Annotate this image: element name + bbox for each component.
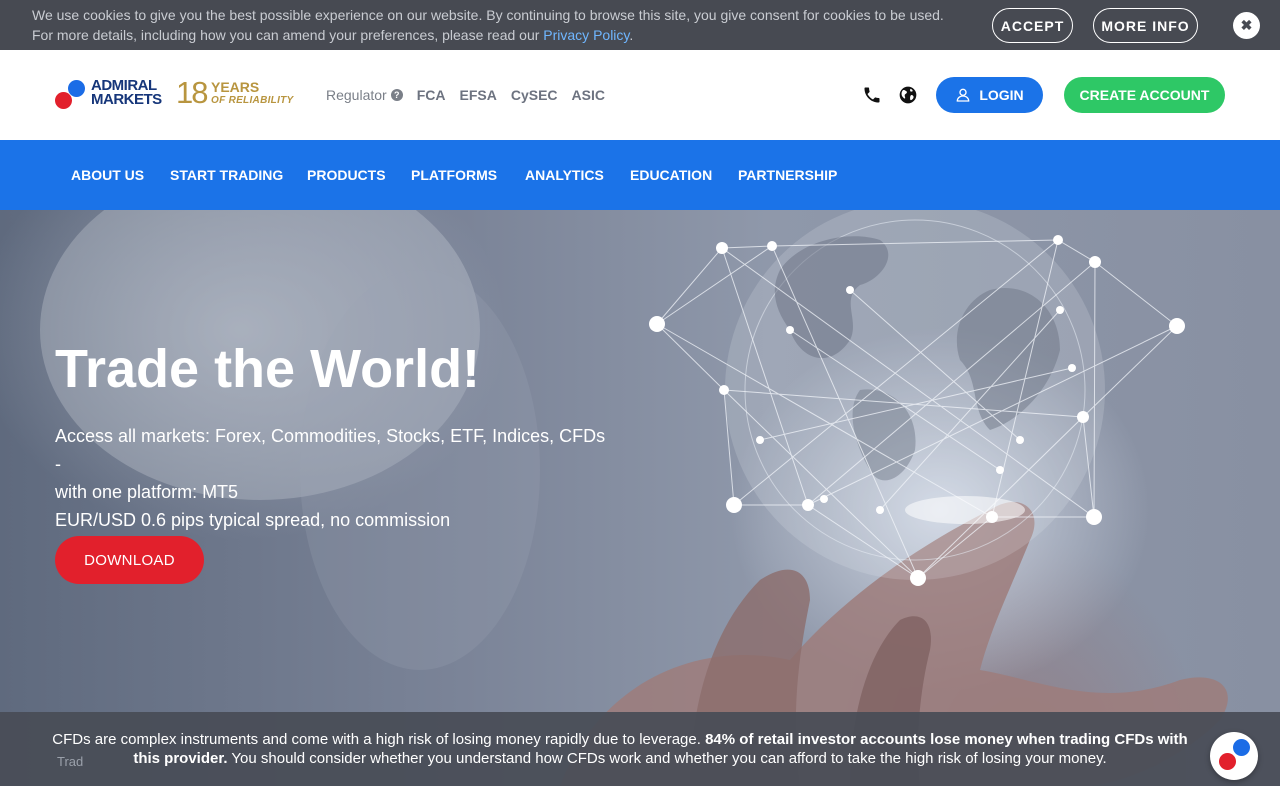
main-navigation: ABOUT US START TRADING PRODUCTS PLATFORM… bbox=[0, 140, 1280, 210]
regulator-label: Regulator bbox=[326, 87, 387, 103]
hero-subtitle-line2: with one platform: MT5 bbox=[55, 482, 239, 502]
logo-blue-dot bbox=[68, 80, 85, 97]
hero-subtitle: Access all markets: Forex, Commodities, … bbox=[55, 422, 615, 534]
hero-subtitle-line3: EUR/USD 0.6 pips typical spread, no comm… bbox=[55, 510, 451, 530]
cookie-message-period: . bbox=[629, 27, 634, 43]
regulator-efsa[interactable]: EFSA bbox=[459, 87, 496, 103]
cookie-message-line2-text: For more details, including how you can … bbox=[32, 27, 544, 43]
chat-blue-dot bbox=[1233, 739, 1250, 756]
logo-years-text: YEARS OF RELIABILITY bbox=[211, 79, 294, 107]
chat-red-dot bbox=[1219, 753, 1236, 770]
hero-subtitle-line1: Access all markets: Forex, Commodities, … bbox=[55, 426, 606, 474]
logo-years-number: 18 bbox=[176, 75, 209, 110]
logo-years-line2: OF RELIABILITY bbox=[211, 95, 294, 106]
risk-warning-text: CFDs are complex instruments and come wi… bbox=[40, 730, 1200, 768]
login-button[interactable]: LOGIN bbox=[936, 77, 1043, 113]
hero-title: Trade the World! bbox=[55, 339, 481, 399]
nav-item-platforms[interactable]: PLATFORMS bbox=[411, 167, 497, 183]
more-info-button[interactable]: MORE INFO bbox=[1093, 8, 1198, 43]
admiral-markets-logo[interactable]: ADMIRAL MARKETS 18 YEARS OF RELIABILITY bbox=[55, 75, 295, 112]
cookie-message-line2: For more details, including how you can … bbox=[32, 25, 982, 45]
risk-warning-banner: Trad CFDs are complex instruments and co… bbox=[0, 712, 1280, 786]
regulator-fca[interactable]: FCA bbox=[417, 87, 446, 103]
cookie-message: We use cookies to give you the best poss… bbox=[32, 5, 982, 45]
logo-brand-text: ADMIRAL MARKETS bbox=[91, 78, 162, 108]
login-label: LOGIN bbox=[979, 87, 1024, 103]
nav-item-partnership[interactable]: PARTNERSHIP bbox=[738, 167, 837, 183]
cookie-message-line1: We use cookies to give you the best poss… bbox=[32, 7, 944, 23]
regulator-list: Regulator ? FCA EFSA CySEC ASIC bbox=[326, 87, 605, 103]
user-icon bbox=[956, 88, 970, 102]
site-header: ADMIRAL MARKETS 18 YEARS OF RELIABILITY … bbox=[0, 50, 1280, 140]
logo-years-line1: YEARS bbox=[211, 79, 260, 95]
regulator-asic[interactable]: ASIC bbox=[572, 87, 605, 103]
chat-widget-button[interactable] bbox=[1210, 732, 1258, 780]
hero-banner: Trade the World! Access all markets: For… bbox=[0, 210, 1280, 786]
download-button[interactable]: DOWNLOAD bbox=[55, 536, 204, 584]
risk-warning-end: You should consider whether you understa… bbox=[227, 750, 1107, 767]
phone-icon[interactable] bbox=[862, 85, 882, 105]
logo-red-dot bbox=[55, 92, 72, 109]
logo-brand-line2: MARKETS bbox=[91, 91, 162, 108]
globe-icon[interactable] bbox=[898, 85, 918, 105]
nav-item-education[interactable]: EDUCATION bbox=[630, 167, 712, 183]
create-account-button[interactable]: CREATE ACCOUNT bbox=[1064, 77, 1225, 113]
cookie-banner: We use cookies to give you the best poss… bbox=[0, 0, 1280, 50]
nav-item-about-us[interactable]: ABOUT US bbox=[71, 167, 144, 183]
regulator-cysec[interactable]: CySEC bbox=[511, 87, 558, 103]
close-icon[interactable]: ✖ bbox=[1233, 12, 1260, 39]
risk-warning-start: CFDs are complex instruments and come wi… bbox=[52, 731, 706, 748]
nav-item-analytics[interactable]: ANALYTICS bbox=[525, 167, 604, 183]
help-icon[interactable]: ? bbox=[390, 89, 403, 101]
accept-cookies-button[interactable]: ACCEPT bbox=[992, 8, 1073, 43]
nav-item-products[interactable]: PRODUCTS bbox=[307, 167, 386, 183]
privacy-policy-link[interactable]: Privacy Policy bbox=[543, 27, 629, 43]
nav-item-start-trading[interactable]: START TRADING bbox=[170, 167, 283, 183]
